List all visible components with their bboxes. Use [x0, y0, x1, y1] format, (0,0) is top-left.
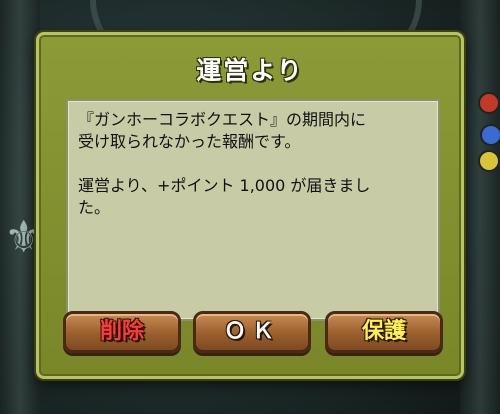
ok-button[interactable]: ＯＫ: [193, 311, 311, 353]
protect-button[interactable]: 保護: [325, 311, 443, 353]
fleur-de-lis-ornament: ⚜: [4, 212, 44, 263]
yellow-orb-icon: [478, 150, 500, 172]
dialog-title: 運営より: [196, 56, 304, 85]
stone-pillar: [0, 0, 40, 414]
red-orb-icon: [478, 92, 500, 114]
message-box: 『ガンホーコラボクエスト』の期間内に 受け取られなかった報酬です。 運営より、+…: [66, 99, 440, 321]
message-line: 『ガンホーコラボクエスト』の期間内に: [78, 110, 367, 129]
message-line: 運営より、+ポイント 1,000 が届きまし: [78, 176, 371, 195]
stone-pillar: [460, 0, 500, 414]
message-line: 受け取られなかった報酬です。: [78, 132, 301, 151]
blue-orb-icon: [480, 124, 500, 146]
message-line: た。: [78, 198, 111, 217]
mail-dialog: 運営より 『ガンホーコラボクエスト』の期間内に 受け取られなかった報酬です。 運…: [36, 32, 464, 379]
delete-button[interactable]: 削除: [63, 311, 181, 353]
